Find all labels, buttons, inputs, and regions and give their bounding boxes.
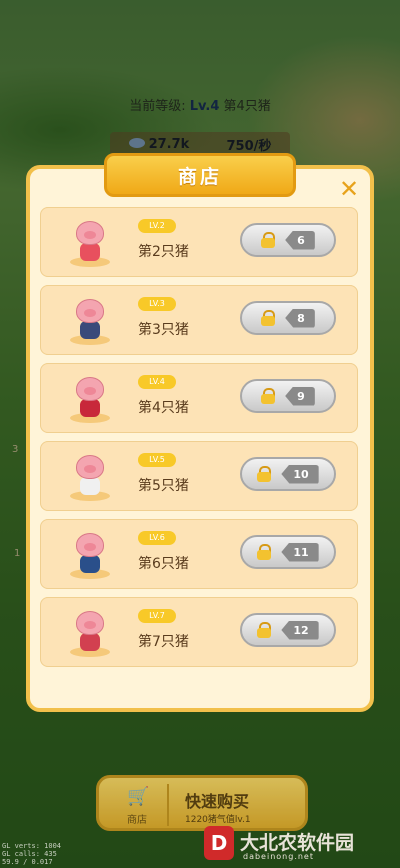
- shop-item-list[interactable]: LV.2 第2只猪 6 LV.3 第3只猪 8 LV.4 第4只猪 9 LV.5…: [40, 207, 358, 675]
- level-badge: LV.5: [138, 453, 176, 467]
- pig-avatar: [68, 607, 112, 657]
- pig-name: 第7只猪: [138, 634, 189, 650]
- divider: [167, 784, 169, 826]
- lock-icon: [261, 310, 276, 326]
- cart-icon: 🛒: [127, 786, 150, 807]
- shop-item: LV.3 第3只猪 8: [40, 285, 358, 355]
- level-badge: LV.7: [138, 609, 176, 623]
- price-tag: 12: [281, 620, 319, 640]
- shop-item: LV.4 第4只猪 9: [40, 363, 358, 433]
- level-badge: LV.6: [138, 531, 176, 545]
- buy-button[interactable]: 10: [240, 457, 336, 491]
- lock-icon: [257, 544, 272, 560]
- pig-avatar: [68, 217, 112, 267]
- price-tag: 10: [281, 464, 319, 484]
- quick-buy-label: 快速购买: [185, 792, 250, 811]
- level-badge: LV.4: [138, 375, 176, 389]
- pig-avatar: [68, 373, 112, 423]
- pig-name: 第3只猪: [138, 322, 189, 338]
- shop-title: 商店: [104, 153, 296, 197]
- buy-button[interactable]: 9: [240, 379, 336, 413]
- lock-icon: [257, 466, 272, 482]
- level-badge: LV.2: [138, 219, 176, 233]
- buy-button[interactable]: 11: [240, 535, 336, 569]
- watermark-logo: D: [204, 826, 234, 860]
- debug-stats: GL verts: 1004 GL calls: 435 59.9 / 0.01…: [2, 842, 62, 866]
- watermark-url: dabeinong.net: [243, 852, 314, 861]
- pig-name: 第6只猪: [138, 556, 189, 572]
- price-tag: 11: [281, 542, 319, 562]
- pig-avatar: [68, 451, 112, 501]
- price-tag: 9: [285, 386, 315, 406]
- level-badge: LV.3: [138, 297, 176, 311]
- lock-icon: [261, 388, 276, 404]
- shop-item: LV.7 第7只猪 12: [40, 597, 358, 667]
- lock-icon: [257, 622, 272, 638]
- buy-button[interactable]: 8: [240, 301, 336, 335]
- shop-item: LV.5 第5只猪 10: [40, 441, 358, 511]
- pig-avatar: [68, 295, 112, 345]
- pig-name: 第4只猪: [138, 400, 189, 416]
- lock-icon: [261, 232, 276, 248]
- pig-name: 第5只猪: [138, 478, 189, 494]
- shop-panel: LV.2 第2只猪 6 LV.3 第3只猪 8 LV.4 第4只猪 9 LV.5…: [26, 165, 374, 712]
- price-tag: 8: [285, 308, 315, 328]
- shop-item: LV.2 第2只猪 6: [40, 207, 358, 277]
- quick-buy-button[interactable]: 🛒 商店 快速购买 1220猪气值lv.1: [96, 775, 308, 831]
- shop-item: LV.6 第6只猪 11: [40, 519, 358, 589]
- pig-avatar: [68, 529, 112, 579]
- watermark-text: 大北农软件园: [240, 832, 355, 854]
- shop-label: 商店: [127, 815, 147, 826]
- buy-button[interactable]: 12: [240, 613, 336, 647]
- quick-buy-cost: 1220猪气值lv.1: [185, 815, 251, 825]
- price-tag: 6: [285, 230, 315, 250]
- close-icon[interactable]: ✕: [338, 177, 360, 201]
- buy-button[interactable]: 6: [240, 223, 336, 257]
- pig-name: 第2只猪: [138, 244, 189, 260]
